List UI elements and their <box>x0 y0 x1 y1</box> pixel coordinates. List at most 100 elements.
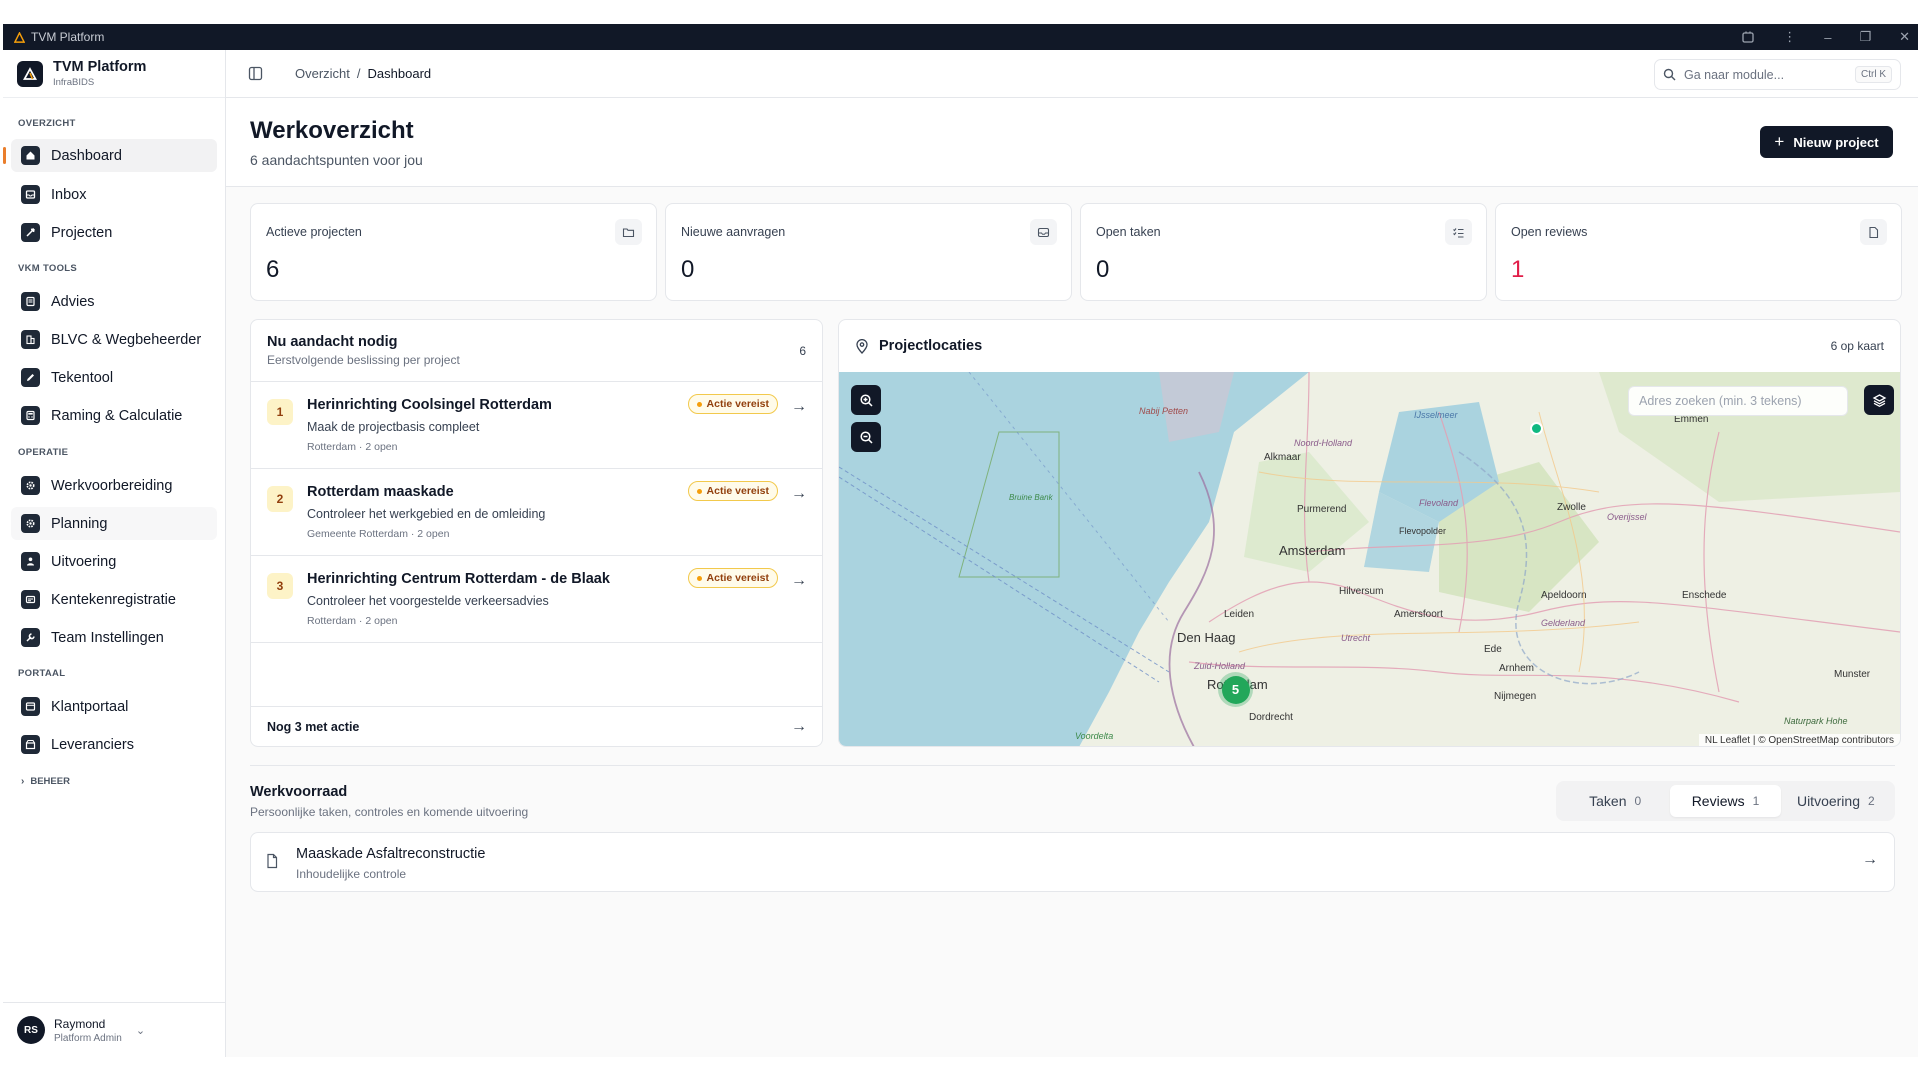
arrow-right-icon[interactable]: → <box>791 572 807 590</box>
map-marker[interactable] <box>1530 422 1543 435</box>
attention-item-number: 1 <box>267 399 293 425</box>
sidebar-item-label: Uitvoering <box>51 553 117 570</box>
map-label: Zuid-Holland <box>1193 661 1246 671</box>
arrow-right-icon[interactable]: → <box>791 398 807 416</box>
inbox-icon <box>1030 219 1057 245</box>
map-cluster-marker[interactable]: 5 <box>1218 672 1253 707</box>
map-label: Dordrecht <box>1249 712 1293 723</box>
sidebar-group-beheer[interactable]: › BEHEER <box>3 776 225 787</box>
sidebar-item-kentekenregistratie[interactable]: Kentekenregistratie <box>11 583 217 616</box>
map-label: Nijmegen <box>1494 691 1536 702</box>
tab-taken[interactable]: Taken 0 <box>1560 785 1670 817</box>
zoom-out-icon <box>859 430 873 444</box>
chevron-right-icon: › <box>21 776 25 787</box>
sidebar-item-label: Raming & Calculatie <box>51 407 183 424</box>
attention-item-meta: Gemeente Rotterdam · 2 open <box>307 528 450 540</box>
folder-icon <box>615 219 642 245</box>
map-label: Naturpark Hohe <box>1784 716 1848 726</box>
arrow-right-icon[interactable]: → <box>791 485 807 503</box>
attention-item[interactable]: 1 Herinrichting Coolsingel Rotterdam Maa… <box>251 382 822 469</box>
rocket-icon <box>21 223 40 242</box>
module-search-input[interactable]: Ga naar module... Ctrl K <box>1654 59 1901 90</box>
breadcrumb-overzicht[interactable]: Overzicht <box>295 66 350 81</box>
map-label: Den Haag <box>1177 630 1236 645</box>
attention-item-desc: Controleer het werkgebied en de omleidin… <box>307 507 546 521</box>
new-project-button[interactable]: + Nieuw project <box>1760 126 1893 158</box>
tab-uitvoering[interactable]: Uitvoering 2 <box>1781 785 1891 817</box>
sidebar-item-uitvoering[interactable]: Uitvoering <box>11 545 217 578</box>
status-badge: Actie vereist <box>687 481 778 501</box>
breadcrumb: Overzicht / Dashboard <box>295 66 431 81</box>
restore-icon[interactable]: ❐ <box>1859 29 1871 45</box>
attention-item[interactable]: 2 Rotterdam maaskade Controleer het werk… <box>251 469 822 556</box>
minimize-icon[interactable]: – <box>1824 30 1831 45</box>
werkvoorraad-tabs: Taken 0 Reviews 1 Uitvoering 2 <box>1556 781 1895 821</box>
close-icon[interactable]: ✕ <box>1899 29 1910 45</box>
map-label: Flevopolder <box>1399 526 1446 536</box>
sidebar-item-label: Klantportaal <box>51 698 129 715</box>
breadcrumb-separator: / <box>356 66 361 81</box>
map-label: Voordelta <box>1075 731 1113 741</box>
sidebar-item-team-instellingen[interactable]: Team Instellingen <box>11 621 217 654</box>
stat-card-open-reviews[interactable]: Open reviews 1 <box>1495 203 1902 301</box>
tab-reviews[interactable]: Reviews 1 <box>1670 785 1781 817</box>
map-layers-button[interactable] <box>1864 385 1894 415</box>
home-icon <box>21 146 40 165</box>
sidebar-item-werkvoorbereiding[interactable]: Werkvoorbereiding <box>11 469 217 502</box>
new-project-label: Nieuw project <box>1793 134 1879 150</box>
map-label: Hilversum <box>1339 586 1383 597</box>
window-titlebar: TVM Platform ⋮ – ❐ ✕ <box>3 24 1918 50</box>
sidebar-item-advies[interactable]: Advies <box>11 285 217 318</box>
map-address-search[interactable]: Adres zoeken (min. 3 tekens) <box>1628 386 1848 416</box>
sidebar-item-inbox[interactable]: Inbox <box>11 178 217 211</box>
stat-value: 6 <box>266 256 280 283</box>
sidebar-item-label: Tekentool <box>51 369 114 386</box>
extensions-icon[interactable] <box>1741 30 1755 44</box>
user-menu[interactable]: RS Raymond Platform Admin ⌄ <box>3 1002 225 1057</box>
map-canvas[interactable]: Nabij Petten IJsselmeer Emmen Noord-Holl… <box>839 372 1900 746</box>
map-label: Amsterdam <box>1279 543 1345 558</box>
sidebar-item-raming-calculatie[interactable]: Raming & Calculatie <box>11 399 217 432</box>
sidebar-item-projecten[interactable]: Projecten <box>11 216 217 249</box>
tab-count: 0 <box>1634 794 1642 808</box>
attention-item-number: 3 <box>267 573 293 599</box>
stat-card-open-taken[interactable]: Open taken 0 <box>1080 203 1487 301</box>
werkvoorraad-row-name: Maaskade Asfaltreconstructie <box>296 846 486 862</box>
zoom-in-button[interactable] <box>851 385 881 415</box>
sidebar-item-dashboard[interactable]: Dashboard <box>3 139 217 172</box>
sidebar-item-klantportaal[interactable]: Klantportaal <box>11 690 217 723</box>
attention-item[interactable]: 3 Herinrichting Centrum Rotterdam - de B… <box>251 556 822 643</box>
sidebar-item-blvc-wegbeheerder[interactable]: BLVC & Wegbeheerder <box>11 323 217 356</box>
user-role: Platform Admin <box>54 1032 122 1044</box>
breadcrumb-dashboard: Dashboard <box>367 66 432 81</box>
sidebar-item-label: Projecten <box>51 224 113 241</box>
attention-item-desc: Maak de projectbasis compleet <box>307 420 480 434</box>
status-badge: Actie vereist <box>687 568 778 588</box>
map-title: Projectlocaties <box>879 338 983 354</box>
stat-card-actieve-projecten[interactable]: Actieve projecten 6 <box>250 203 657 301</box>
stat-card-nieuwe-aanvragen[interactable]: Nieuwe aanvragen 0 <box>665 203 1072 301</box>
beheer-label: BEHEER <box>30 776 70 787</box>
arrow-right-icon: → <box>1862 851 1878 868</box>
sidebar-toggle-icon[interactable] <box>248 66 263 86</box>
brand[interactable]: TVM Platform InfraBIDS <box>3 50 225 98</box>
worker-icon <box>21 552 40 571</box>
plus-icon: + <box>1774 132 1785 151</box>
map-label: Munster <box>1834 669 1871 680</box>
attention-more-link[interactable]: Nog 3 met actie → <box>251 706 822 746</box>
sidebar-item-tekentool[interactable]: Tekentool <box>11 361 217 394</box>
map-label: Ede <box>1484 644 1502 655</box>
zoom-out-button[interactable] <box>851 422 881 452</box>
sidebar-item-leveranciers[interactable]: Leveranciers <box>11 728 217 761</box>
map-label: IJsselmeer <box>1414 410 1459 420</box>
werkvoorraad-row[interactable]: Maaskade Asfaltreconstructie Inhoudelijk… <box>250 832 1895 892</box>
stat-value: 0 <box>1096 256 1110 283</box>
brand-logo-icon <box>17 60 43 87</box>
sidebar-item-planning[interactable]: Planning <box>11 507 217 540</box>
wrench-icon <box>21 628 40 647</box>
search-placeholder: Ga naar module... <box>1684 67 1785 82</box>
map-attribution[interactable]: NL Leaflet | © OpenStreetMap contributor… <box>1698 734 1900 746</box>
more-vertical-icon[interactable]: ⋮ <box>1783 29 1796 45</box>
map-label: Flevoland <box>1419 498 1459 508</box>
map-label: Alkmaar <box>1264 452 1301 463</box>
